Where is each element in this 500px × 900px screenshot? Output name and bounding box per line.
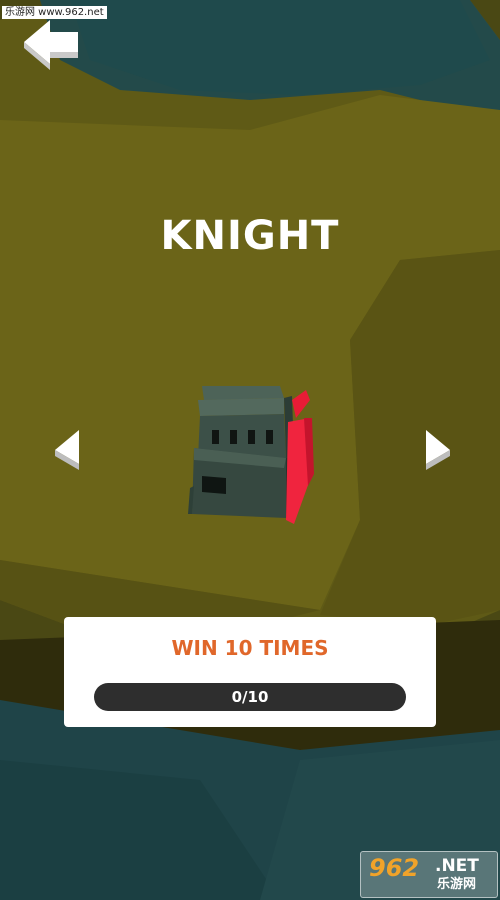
character-name: KNIGHT — [160, 213, 340, 259]
unlock-progress-text: 0/10 — [231, 688, 269, 706]
back-arrow-icon — [24, 20, 78, 70]
knight-helmet-model — [188, 386, 314, 524]
next-character-button[interactable] — [424, 428, 452, 472]
unlock-progress-bar: 0/10 — [94, 683, 406, 711]
unlock-task-title: WIN 10 TIMES — [171, 636, 329, 660]
unlock-task-card: WIN 10 TIMES 0/10 — [64, 617, 436, 727]
game-screen: 乐游网 www.962.net KNIGHT WIN 10 TIMES 0/10… — [0, 0, 500, 900]
chevron-right-icon — [426, 430, 450, 470]
logo-tld: .NET — [435, 856, 479, 876]
logo-number: 962 — [369, 854, 420, 882]
logo-name: 乐游网 — [437, 877, 477, 892]
chevron-left-icon — [55, 430, 79, 470]
back-button[interactable] — [20, 16, 82, 74]
previous-character-button[interactable] — [53, 428, 81, 472]
site-logo: 962 .NET 乐游网 — [360, 851, 498, 898]
